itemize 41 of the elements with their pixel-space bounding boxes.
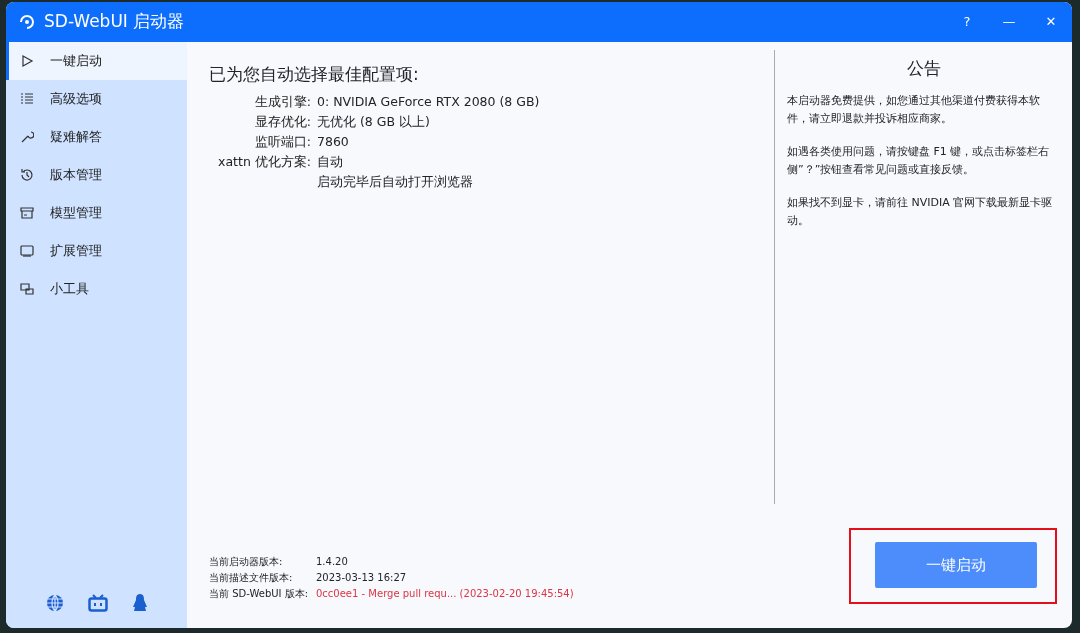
setting-label: 监听端口: (254, 134, 311, 150)
notice-paragraph: 如遇各类使用问题，请按键盘 F1 键，或点击标签栏右侧”？”按钮查看常见问题或直接反馈。 (787, 144, 1051, 179)
play-icon (20, 54, 34, 68)
window-title: SD-WebUI 启动器 (44, 10, 185, 34)
app-logo-icon (18, 13, 36, 31)
tv-robot-icon[interactable] (87, 594, 108, 612)
sidebar-item[interactable]: 版本管理 (6, 156, 187, 194)
config-heading: 已为您自动选择最佳配置项: (209, 64, 420, 85)
notice-title: 公告 (905, 58, 942, 79)
version-value: 2023-03-13 16:27 (316, 571, 407, 585)
minimize-button[interactable]: — (988, 12, 1030, 32)
globe-icon[interactable] (45, 594, 64, 612)
history-icon (20, 168, 34, 182)
setting-value: 启动完毕后自动打开浏览器 (317, 173, 473, 192)
sidebar-item[interactable]: 高级选项 (6, 80, 187, 118)
notice-paragraph: 本启动器免费提供，如您通过其他渠道付费获得本软件，请立即退款并投诉相应商家。 (787, 93, 1041, 128)
notice-paragraph: 如果找不到显卡，请前往 NVIDIA 官网下载最新显卡驱动。 (787, 195, 1054, 230)
list-icon (20, 92, 34, 106)
version-value: 1.4.20 (316, 555, 348, 569)
setting-value: 0: NVIDIA GeForce RTX 2080 (8 GB) (317, 93, 540, 112)
setting-label: 显存优化: (254, 114, 311, 130)
version-label: 当前启动器版本: (209, 556, 283, 567)
help-button[interactable]: ? (946, 12, 988, 32)
version-label: 当前描述文件版本: (209, 572, 293, 583)
penguin-icon[interactable] (131, 594, 148, 612)
setting-value: 自动 (317, 153, 343, 172)
setting-label: 生成引擎: (254, 94, 311, 110)
version-value: 0cc0ee1 - Merge pull requ... (2023-02-20 19:45:54) (316, 587, 574, 601)
close-button[interactable]: ✕ (1030, 12, 1072, 32)
monitor-icon (20, 244, 34, 258)
setting-label: xattn 优化方案: (218, 154, 311, 170)
toolbox-icon (20, 282, 34, 296)
archive-icon (20, 206, 34, 220)
sidebar-item[interactable]: 扩展管理 (6, 232, 187, 270)
sidebar-item[interactable]: 一键启动 (6, 42, 187, 80)
version-label: 当前 SD-WebUI 版本: (209, 588, 309, 599)
sidebar-item[interactable]: 疑难解答 (6, 118, 187, 156)
sidebar-item[interactable]: 模型管理 (6, 194, 187, 232)
setting-value: 无优化 (8 GB 以上) (317, 113, 430, 132)
setting-value: 7860 (317, 133, 349, 152)
sidebar-item[interactable]: 小工具 (6, 270, 187, 308)
